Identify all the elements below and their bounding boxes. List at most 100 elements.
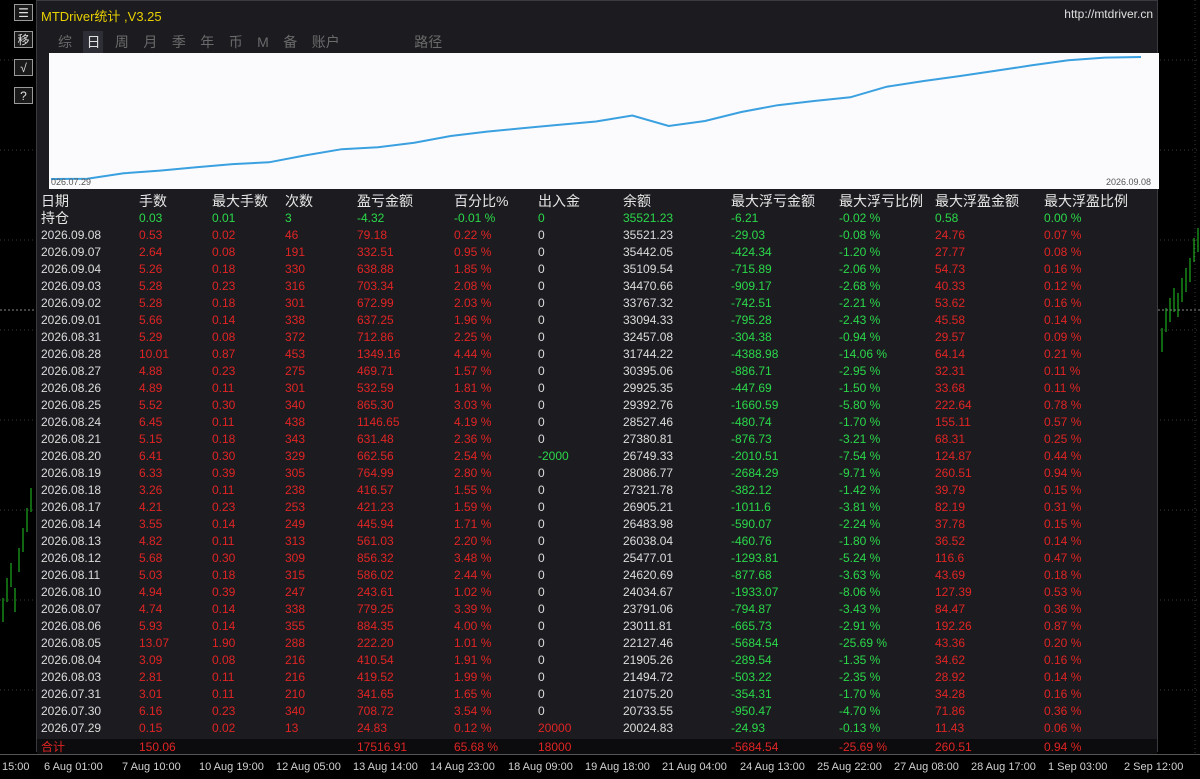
cell-date: 2026.09.04 [41, 262, 102, 276]
cell-max-float-loss-pct: 最大浮亏比例 [839, 193, 923, 209]
cell-trades: 191 [285, 245, 306, 259]
cell-max-lots: 0.18 [212, 432, 236, 446]
cell-max-float-profit-pct: 0.44 % [1044, 449, 1082, 463]
cell-max-lots: 0.87 [212, 347, 236, 361]
cell-lots: 5.93 [139, 619, 163, 633]
cell-max-float-loss-pct: -8.06 % [839, 585, 881, 599]
cell-balance: 35109.54 [623, 262, 674, 276]
cell-max-float-loss: -424.34 [731, 245, 772, 259]
cell-date: 2026.08.07 [41, 602, 102, 616]
cell-max-float-profit: 34.28 [935, 687, 966, 701]
cell-date: 2026.08.12 [41, 551, 102, 565]
cell-profit: 79.18 [357, 228, 388, 242]
cell-max-float-profit: 40.33 [935, 279, 966, 293]
cell-trades: 216 [285, 653, 306, 667]
tab-weekly[interactable]: 周 [112, 31, 132, 53]
cell-profit: 222.20 [357, 636, 394, 650]
cell-profit: 445.94 [357, 517, 394, 531]
cell-lots: 5.66 [139, 313, 163, 327]
cell-percent: -0.01 % [454, 211, 496, 225]
tab-account[interactable]: 账户 [309, 31, 343, 53]
cell-deposit: 0 [538, 534, 545, 548]
cell-deposit: 0 [538, 211, 545, 225]
tab-currency[interactable]: 币 [226, 31, 246, 53]
cell-trades: 301 [285, 296, 306, 310]
cell-deposit: 0 [538, 466, 545, 480]
menu-button[interactable]: ☰ [14, 4, 33, 21]
cell-lots: 5.28 [139, 279, 163, 293]
table-row: 2026.08.20 6.41 0.30 329 662.56 2.54 % -2000 26… [37, 448, 1157, 465]
tab-notes[interactable]: 备 [280, 31, 300, 53]
cell-max-float-profit: 68.31 [935, 432, 966, 446]
app-title: MTDriver统计 ,V3.25 [41, 9, 162, 24]
cell-profit: 561.03 [357, 534, 394, 548]
cell-lots: 13.07 [139, 636, 170, 650]
cell-deposit: 0 [538, 415, 545, 429]
cell-max-float-profit-pct: 0.31 % [1044, 500, 1082, 514]
cell-max-float-loss-pct: -1.70 % [839, 687, 881, 701]
cell-profit: 24.83 [357, 721, 388, 735]
cell-percent: 2.36 % [454, 432, 492, 446]
cell-max-float-profit: 127.39 [935, 585, 972, 599]
cell-max-float-loss: -2684.29 [731, 466, 779, 480]
cell-percent: 1.59 % [454, 500, 492, 514]
cell-max-lots: 0.11 [212, 483, 235, 497]
help-button[interactable]: ? [14, 87, 33, 104]
cell-max-float-loss-pct: -7.54 % [839, 449, 881, 463]
cell-max-float-profit-pct: 0.12 % [1044, 279, 1082, 293]
cell-profit: 856.32 [357, 551, 394, 565]
cell-max-float-loss: -354.31 [731, 687, 772, 701]
cell-profit: 1349.16 [357, 347, 401, 361]
tab-monthly[interactable]: 月 [140, 31, 160, 53]
cell-percent: 0.12 % [454, 721, 492, 735]
cell-date: 2026.08.26 [41, 381, 102, 395]
cell-max-float-profit: 84.47 [935, 602, 966, 616]
cell-balance: 27321.78 [623, 483, 674, 497]
cell-max-float-loss-pct: -1.70 % [839, 415, 881, 429]
cell-balance: 余额 [623, 193, 651, 209]
cell-deposit: 0 [538, 296, 545, 310]
tab-quarterly[interactable]: 季 [169, 31, 189, 53]
time-axis-label: 15:00 [2, 761, 30, 773]
cell-max-float-loss-pct: -0.94 % [839, 330, 881, 344]
table-row: 2026.08.06 5.93 0.14 355 884.35 4.00 % 0 23011.… [37, 618, 1157, 635]
cell-max-lots: 0.11 [212, 670, 235, 684]
cell-max-float-loss: -665.73 [731, 619, 772, 633]
cell-max-float-profit: 最大浮盈金额 [935, 193, 1019, 209]
tab-daily[interactable]: 日 [83, 31, 104, 53]
equity-start-label: 026.07.29 [51, 177, 92, 187]
tab-magic[interactable]: M [254, 33, 272, 51]
cell-max-lots: 0.14 [212, 517, 236, 531]
tab-overview[interactable]: 综 [55, 31, 75, 53]
check-button[interactable]: √ [14, 59, 33, 76]
table-row: 2026.08.26 4.89 0.11 301 532.59 1.81 % 0 29925.… [37, 380, 1157, 397]
cell-percent: 百分比% [454, 193, 509, 209]
cell-max-float-loss: -447.69 [731, 381, 772, 395]
cell-max-float-profit: 32.31 [935, 364, 966, 378]
cell-max-float-profit: 34.62 [935, 653, 966, 667]
cell-max-float-loss-pct: -3.63 % [839, 568, 881, 582]
table-row: 2026.08.05 13.07 1.90 288 222.20 1.01 % 0 22127… [37, 635, 1157, 652]
table-row: 2026.08.25 5.52 0.30 340 865.30 3.03 % 0 29392.… [37, 397, 1157, 414]
move-button[interactable]: 移 [14, 31, 33, 48]
cell-lots: 5.26 [139, 262, 163, 276]
cell-lots: 3.09 [139, 653, 163, 667]
cell-max-float-loss: -304.38 [731, 330, 772, 344]
cell-deposit: 0 [538, 262, 545, 276]
cell-percent: 3.48 % [454, 551, 492, 565]
tab-path[interactable]: 路径 [411, 31, 445, 53]
website-link[interactable]: http://mtdriver.cn [1064, 7, 1153, 21]
time-axis-label: 27 Aug 08:00 [894, 761, 959, 773]
cell-max-float-loss: -460.76 [731, 534, 772, 548]
cell-deposit: 出入金 [538, 193, 580, 209]
cell-deposit: 0 [538, 500, 545, 514]
cell-max-float-loss-pct: -2.21 % [839, 296, 881, 310]
cell-max-float-profit: 43.36 [935, 636, 966, 650]
time-axis-label: 6 Aug 01:00 [44, 761, 103, 773]
cell-profit: 764.99 [357, 466, 394, 480]
cell-trades: 330 [285, 262, 306, 276]
tab-yearly[interactable]: 年 [197, 31, 217, 53]
cell-balance: 28527.46 [623, 415, 674, 429]
table-row: 2026.09.04 5.26 0.18 330 638.88 1.85 % 0 35109.… [37, 261, 1157, 278]
time-axis-label: 21 Aug 04:00 [662, 761, 727, 773]
